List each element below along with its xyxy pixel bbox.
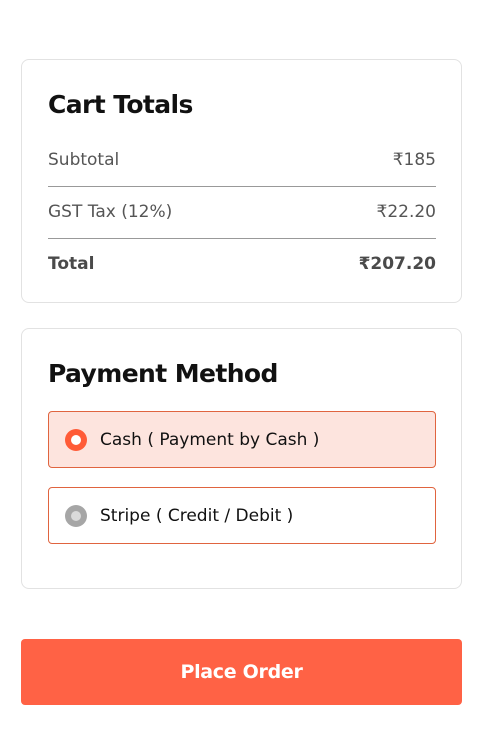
payment-option-cash[interactable]: Cash ( Payment by Cash ) bbox=[48, 411, 436, 468]
divider bbox=[48, 186, 436, 187]
tax-value: ₹22.20 bbox=[376, 202, 436, 222]
divider bbox=[48, 238, 436, 239]
total-label: Total bbox=[48, 254, 95, 274]
total-value: ₹207.20 bbox=[358, 254, 436, 274]
radio-selected-icon[interactable] bbox=[65, 428, 87, 451]
tax-row: GST Tax (12%) ₹22.20 bbox=[48, 202, 436, 222]
total-row: Total ₹207.20 bbox=[48, 254, 436, 274]
place-order-button[interactable]: Place Order bbox=[21, 639, 462, 705]
subtotal-label: Subtotal bbox=[48, 150, 120, 170]
payment-method-card: Payment Method Cash ( Payment by Cash ) … bbox=[21, 328, 462, 589]
radio-unselected-icon[interactable] bbox=[65, 504, 87, 527]
subtotal-value: ₹185 bbox=[392, 150, 436, 170]
payment-option-stripe[interactable]: Stripe ( Credit / Debit ) bbox=[48, 487, 436, 544]
cart-totals-card: Cart Totals Subtotal ₹185 GST Tax (12%) … bbox=[21, 59, 462, 303]
payment-option-label: Cash ( Payment by Cash ) bbox=[100, 429, 320, 450]
payment-method-title: Payment Method bbox=[48, 359, 278, 388]
subtotal-row: Subtotal ₹185 bbox=[48, 150, 436, 170]
checkout-summary: Cart Totals Subtotal ₹185 GST Tax (12%) … bbox=[0, 0, 486, 744]
tax-label: GST Tax (12%) bbox=[48, 202, 173, 222]
payment-option-label: Stripe ( Credit / Debit ) bbox=[100, 505, 294, 526]
cart-totals-title: Cart Totals bbox=[48, 90, 193, 119]
